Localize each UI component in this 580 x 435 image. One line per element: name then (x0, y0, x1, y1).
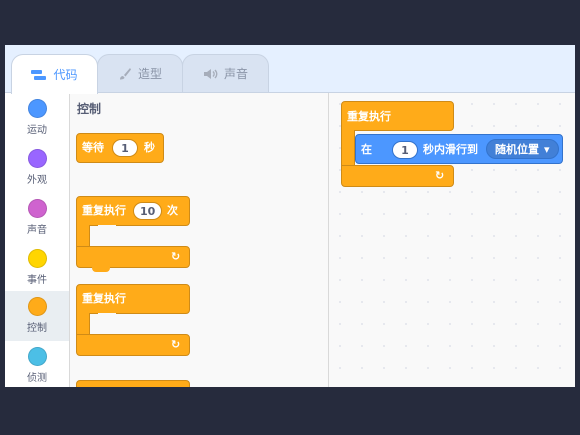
forever-block-label: 重复执行 (82, 292, 126, 305)
tab-costumes[interactable]: 造型 (97, 54, 183, 92)
category-looks[interactable]: 外观 (5, 143, 69, 193)
wait-block[interactable]: 等待 1 秒 (76, 133, 164, 163)
script-forever-bottom: ↻ (341, 165, 454, 187)
paintbrush-icon (118, 67, 132, 81)
code-icon (31, 69, 47, 81)
category-label: 事件 (27, 275, 47, 286)
chevron-down-icon: ▾ (544, 142, 550, 156)
glide-block-middle: 秒内滑行到 (423, 143, 478, 156)
glide-to-block[interactable]: 在 1 秒内滑行到 随机位置 ▾ (355, 134, 563, 164)
forever-block-arm (76, 313, 90, 335)
loop-arrow-icon: ↻ (171, 338, 181, 351)
loop-arrow-icon: ↻ (171, 250, 181, 263)
wait-block-unit: 秒 (144, 141, 155, 154)
script-forever-top: 重复执行 (341, 101, 454, 131)
repeat-block-label: 重复执行 (82, 204, 126, 217)
category-sound[interactable]: 声音 (5, 193, 69, 243)
inner-notch (98, 313, 116, 318)
category-control[interactable]: 控制 (5, 291, 69, 341)
glide-target-dropdown[interactable]: 随机位置 ▾ (486, 139, 559, 159)
repeat-block-bottom: ↻ (76, 246, 190, 268)
scratch-editor: 代码 造型 声音 运动 外观 声音 事件 控制 侦测 控制 等待 1 秒 重复执… (5, 45, 575, 387)
category-label: 侦测 (27, 373, 47, 384)
category-dot (27, 249, 47, 268)
speaker-icon (203, 68, 218, 80)
category-motion[interactable]: 运动 (5, 93, 69, 143)
block-notch (92, 267, 110, 272)
category-events[interactable]: 事件 (5, 243, 69, 293)
category-menu: 运动 外观 声音 事件 控制 侦测 (5, 93, 70, 387)
category-dot (27, 347, 47, 366)
script-forever-label: 重复执行 (347, 110, 391, 123)
category-sensing[interactable]: 侦测 (5, 341, 69, 387)
category-label: 声音 (27, 225, 47, 236)
wait-block-label: 等待 (82, 141, 104, 154)
loop-arrow-icon: ↻ (435, 169, 445, 182)
glide-target-value: 随机位置 (495, 143, 539, 156)
repeat-block-arm (76, 225, 90, 247)
category-label: 外观 (27, 175, 47, 186)
if-block-partial[interactable] (76, 380, 190, 387)
block-palette: 控制 等待 1 秒 重复执行 10 次 ↻ 重复执行 ↻ (70, 93, 329, 387)
tab-sounds-label: 声音 (223, 67, 248, 81)
category-label: 运动 (27, 125, 47, 136)
repeat-count-input[interactable]: 10 (133, 202, 163, 220)
category-dot (27, 149, 47, 168)
wait-seconds-input[interactable]: 1 (112, 139, 138, 157)
glide-block-prefix: 在 (361, 143, 372, 156)
inner-notch (98, 225, 116, 230)
category-dot (27, 199, 47, 218)
repeat-block-unit: 次 (167, 204, 178, 217)
palette-section-title: 控制 (77, 102, 102, 116)
tab-sounds[interactable]: 声音 (182, 54, 269, 92)
forever-block-bottom: ↻ (76, 334, 190, 356)
repeat-block-top: 重复执行 10 次 (76, 196, 190, 226)
tab-code[interactable]: 代码 (11, 54, 98, 94)
category-dot (27, 297, 47, 316)
category-dot (27, 99, 47, 118)
script-forever-arm (341, 130, 355, 166)
glide-seconds-input[interactable]: 1 (392, 141, 418, 159)
script-area[interactable]: 重复执行 ↻ 在 1 秒内滑行到 随机位置 ▾ (329, 93, 575, 387)
category-label: 控制 (27, 323, 47, 334)
forever-block-top: 重复执行 (76, 284, 190, 314)
workspace: 运动 外观 声音 事件 控制 侦测 控制 等待 1 秒 重复执行 10 次 ↻ … (5, 92, 575, 387)
tab-code-label: 代码 (53, 68, 78, 82)
tab-costumes-label: 造型 (137, 67, 162, 81)
